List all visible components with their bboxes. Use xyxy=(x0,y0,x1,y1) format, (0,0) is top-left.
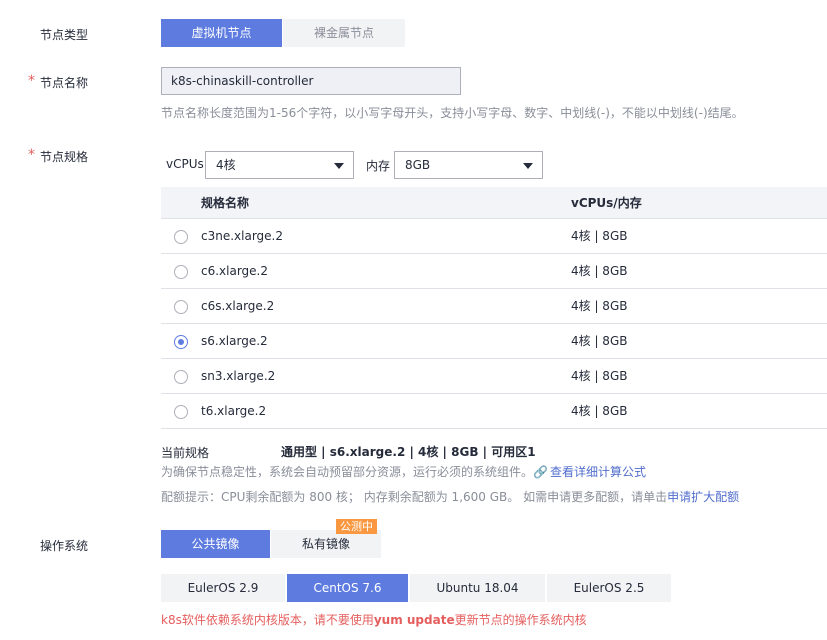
quota-note-text: 配额提示：CPU剩余配额为 800 核； 内存剩余配额为 1,600 GB。 如… xyxy=(161,490,668,504)
kernel-warning: k8s软件依赖系统内核版本，请不要使用yum update更新节点的操作系统内核 xyxy=(161,611,587,628)
flavor-radio-selected[interactable] xyxy=(174,335,188,349)
warning-suffix: 更新节点的操作系统内核 xyxy=(454,613,587,627)
node-name-label: 节点名称 xyxy=(40,76,89,90)
flavor-spec: 4核 | 8GB xyxy=(571,229,628,243)
formula-link[interactable]: 查看详细计算公式 xyxy=(550,465,646,479)
table-row[interactable]: c3ne.xlarge.2 4核 | 8GB xyxy=(161,219,827,254)
flavor-table-header: 规格名称 vCPUs/内存 xyxy=(161,187,827,219)
chevron-down-icon xyxy=(334,163,344,169)
tab-private-image[interactable]: 私有镜像 xyxy=(271,530,381,558)
flavor-name: t6.xlarge.2 xyxy=(201,404,267,418)
column-header-vcpu-memory: vCPUs/内存 xyxy=(571,196,642,210)
os-option-euleros-25[interactable]: EulerOS 2.5 xyxy=(547,574,671,602)
vcpu-select[interactable]: 4核 xyxy=(205,151,354,179)
reserve-note-text: 为确保节点稳定性，系统会自动预留部分资源，运行必须的系统组件。 xyxy=(161,465,534,479)
flavor-radio[interactable] xyxy=(174,265,188,279)
node-spec-label: 节点规格 xyxy=(40,150,89,164)
node-name-hint: 节点名称长度范围为1-56个字符，以小写字母开头，支持小写字母、数字、中划线(-… xyxy=(161,106,744,120)
os-option-euleros-29[interactable]: EulerOS 2.9 xyxy=(161,574,285,602)
table-row[interactable]: c6.xlarge.2 4核 | 8GB xyxy=(161,254,827,289)
flavor-radio[interactable] xyxy=(174,405,188,419)
beta-badge: 公测中 xyxy=(336,519,377,534)
required-asterisk: * xyxy=(28,73,35,89)
vcpu-filter-label: vCPUs xyxy=(166,157,204,171)
flavor-radio[interactable] xyxy=(174,230,188,244)
node-name-input[interactable]: k8s-chinaskill-controller xyxy=(161,67,461,95)
node-type-label: 节点类型 xyxy=(40,28,89,42)
flavor-radio[interactable] xyxy=(174,370,188,384)
table-row[interactable]: t6.xlarge.2 4核 | 8GB xyxy=(161,394,827,429)
node-type-baremetal-button[interactable]: 裸金属节点 xyxy=(283,19,405,47)
table-row[interactable]: s6.xlarge.2 4核 | 8GB xyxy=(161,324,827,359)
os-label: 操作系统 xyxy=(40,539,89,553)
os-option-centos-76[interactable]: CentOS 7.6 xyxy=(287,574,408,602)
flavor-spec: 4核 | 8GB xyxy=(571,404,628,418)
chevron-down-icon xyxy=(523,163,533,169)
flavor-name: c6.xlarge.2 xyxy=(201,264,269,278)
required-asterisk: * xyxy=(28,147,35,163)
table-row[interactable]: sn3.xlarge.2 4核 | 8GB xyxy=(161,359,827,394)
warning-prefix: k8s软件依赖系统内核版本，请不要使用 xyxy=(161,613,374,627)
os-option-ubuntu-1804[interactable]: Ubuntu 18.04 xyxy=(410,574,545,602)
tab-public-image[interactable]: 公共镜像 xyxy=(161,530,270,558)
flavor-name: c3ne.xlarge.2 xyxy=(201,229,283,243)
flavor-table: 规格名称 vCPUs/内存 c3ne.xlarge.2 4核 | 8GB c6.… xyxy=(161,187,827,429)
reserve-note: 为确保节点稳定性，系统会自动预留部分资源，运行必须的系统组件。🔗 查看详细计算公式 xyxy=(161,463,646,480)
flavor-radio[interactable] xyxy=(174,300,188,314)
node-type-vm-button[interactable]: 虚拟机节点 xyxy=(161,19,282,47)
vcpu-select-value: 4核 xyxy=(216,158,236,172)
quota-note: 配额提示：CPU剩余配额为 800 核； 内存剩余配额为 1,600 GB。 如… xyxy=(161,488,739,505)
memory-select[interactable]: 8GB xyxy=(394,151,543,179)
flavor-name: c6s.xlarge.2 xyxy=(201,299,275,313)
flavor-name: s6.xlarge.2 xyxy=(201,334,268,348)
current-spec-label: 当前规格 xyxy=(161,446,210,460)
flavor-spec: 4核 | 8GB xyxy=(571,334,628,348)
flavor-spec: 4核 | 8GB xyxy=(571,264,628,278)
table-row[interactable]: c6s.xlarge.2 4核 | 8GB xyxy=(161,289,827,324)
flavor-name: sn3.xlarge.2 xyxy=(201,369,276,383)
quota-increase-link[interactable]: 申请扩大配额 xyxy=(667,490,739,504)
memory-select-value: 8GB xyxy=(405,158,431,172)
flavor-spec: 4核 | 8GB xyxy=(571,299,628,313)
column-header-flavor-name: 规格名称 xyxy=(201,196,250,210)
warning-command: yum update xyxy=(373,613,455,627)
memory-filter-label: 内存 xyxy=(366,159,391,173)
link-icon: 🔗 xyxy=(533,465,548,479)
current-spec-value: 通用型 | s6.xlarge.2 | 4核 | 8GB | 可用区1 xyxy=(281,445,536,459)
flavor-spec: 4核 | 8GB xyxy=(571,369,628,383)
